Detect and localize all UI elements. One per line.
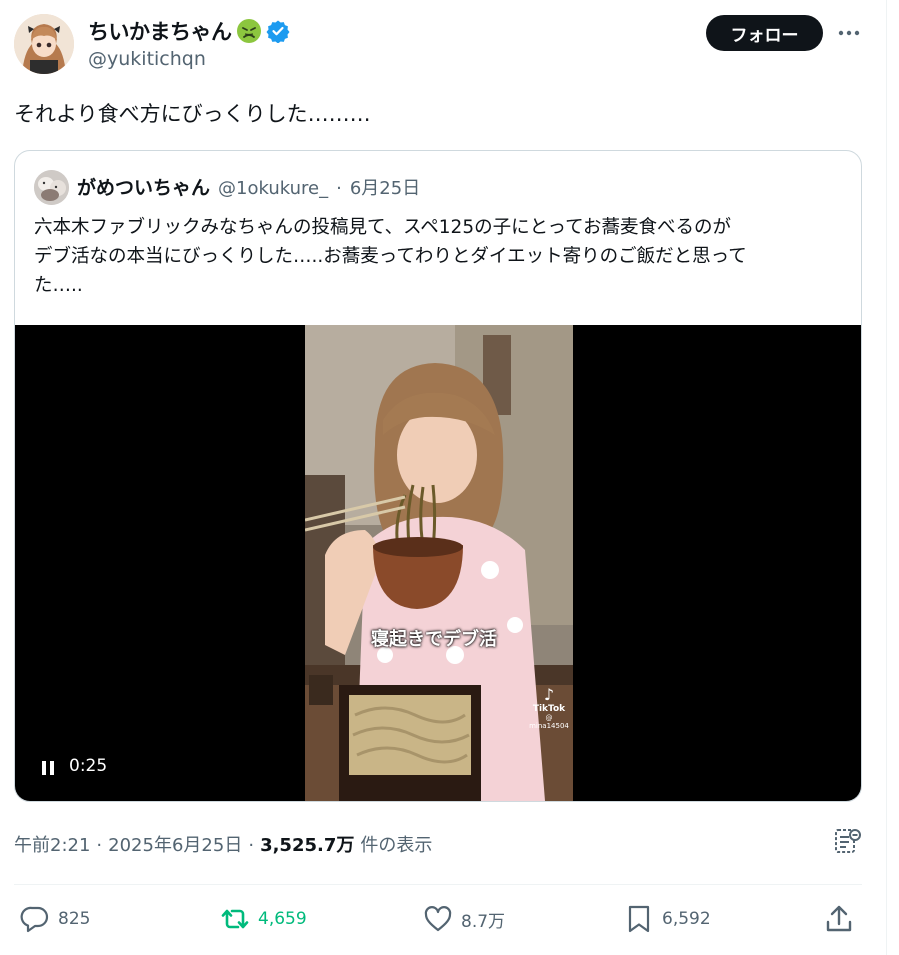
quoted-tweet-date[interactable]: 6月25日 xyxy=(350,174,420,200)
divider xyxy=(14,884,862,885)
separator-dot: · xyxy=(248,835,255,856)
tweet-time[interactable]: 午前2:21 xyxy=(14,831,90,857)
quoted-text-line: 六本木ファブリックみなちゃんの投稿見て、スペ125の子にとってお蕎麦食べるのが xyxy=(34,217,732,238)
tiktok-logo-icon: ♪ xyxy=(543,685,555,704)
quoted-text-line: た….. xyxy=(34,275,83,296)
reply-count: 825 xyxy=(58,909,91,929)
video-caption: 寝起きでデブ活 xyxy=(371,629,497,650)
bookmark-icon xyxy=(628,905,650,933)
author-avatar[interactable] xyxy=(14,14,74,74)
sick-face-emoji-icon xyxy=(236,19,261,43)
video-timecode: 0:25 xyxy=(69,756,108,776)
reply-icon xyxy=(20,906,49,933)
quoted-author-handle[interactable]: @1okukure_ xyxy=(218,178,328,199)
reply-button[interactable]: 825 xyxy=(20,904,90,934)
share-button[interactable] xyxy=(824,904,854,934)
author-display-name[interactable]: ちいかまちゃん xyxy=(88,16,232,46)
quoted-author-name[interactable]: がめついちゃん xyxy=(77,173,210,200)
separator-dot: · xyxy=(96,835,103,856)
tweet-date[interactable]: 2025年6月25日 xyxy=(108,831,242,857)
like-count: 8.7万 xyxy=(461,911,506,932)
quoted-tweet-text: 六本木ファブリックみなちゃんの投稿見て、スペ125の子にとってお蕎麦食べるのが … xyxy=(34,213,854,300)
tweet-meta: 午前2:21 · 2025年6月25日 · 3,525.7万 件の表示 xyxy=(14,831,432,857)
retweet-icon xyxy=(221,909,249,929)
heart-icon xyxy=(424,906,452,932)
video-frame: 寝起きでデブ活 ♪ TikTok @ mina14504 xyxy=(305,325,573,801)
tiktok-label: TikTok xyxy=(532,704,566,714)
pause-icon[interactable] xyxy=(41,760,55,776)
more-options-icon[interactable] xyxy=(834,22,864,44)
share-icon xyxy=(826,905,852,932)
column-border xyxy=(886,0,887,955)
analytics-icon[interactable] xyxy=(834,827,862,855)
quoted-author-avatar[interactable] xyxy=(34,170,69,205)
quoted-tweet-header: がめついちゃん @1okukure_ · 6月25日 xyxy=(77,173,420,200)
retweet-count: 4,659 xyxy=(258,909,307,929)
bookmark-count: 6,592 xyxy=(662,909,711,929)
views-label: 件の表示 xyxy=(360,835,433,856)
author-name-row: ちいかまちゃん xyxy=(88,16,290,46)
view-count: 3,525.7万 xyxy=(260,835,355,856)
quoted-text-line: デブ活なの本当にびっくりした…..お蕎麦ってわりとダイエット寄りのご飯だと思って xyxy=(34,246,747,267)
bookmark-button[interactable]: 6,592 xyxy=(624,904,711,934)
quoted-tweet-card[interactable]: がめついちゃん @1okukure_ · 6月25日 六本木ファブリックみなちゃ… xyxy=(14,150,862,802)
like-button[interactable]: 8.7万 xyxy=(423,904,505,934)
follow-button[interactable]: フォロー xyxy=(706,15,823,51)
author-handle[interactable]: @yukitichqn xyxy=(88,48,206,70)
tiktok-user: @ mina14504 xyxy=(529,714,569,730)
retweet-button[interactable]: 4,659 xyxy=(220,904,307,934)
tweet-text: それより食べ方にびっくりした……… xyxy=(14,102,371,126)
separator-dot: · xyxy=(336,178,342,199)
tiktok-watermark: ♪ TikTok @ mina14504 xyxy=(529,685,569,730)
video-player[interactable]: 寝起きでデブ活 ♪ TikTok @ mina14504 0:25 xyxy=(15,325,861,801)
verified-badge-icon xyxy=(266,20,289,43)
